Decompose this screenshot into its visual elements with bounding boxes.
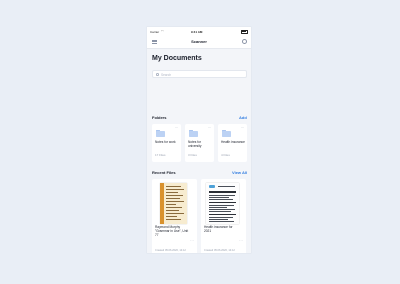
more-icon[interactable]: ··· <box>239 239 243 243</box>
folder-name: Notes for university <box>188 140 202 148</box>
more-icon[interactable]: ··· <box>175 126 178 130</box>
folder-card[interactable]: ··· Notes for university 3 Files <box>185 124 214 162</box>
recent-files-heading: Recent Files <box>152 170 176 175</box>
more-icon[interactable]: ··· <box>208 126 211 130</box>
carrier-label: Carrier <box>150 29 160 34</box>
file-date: Created 05.06.2020, 14:12 <box>155 249 186 252</box>
file-date: Created 05.06.2020, 14:12 <box>204 249 235 252</box>
folder-card[interactable]: ··· Health insurance 4 Files <box>218 124 247 162</box>
search-icon <box>156 73 159 76</box>
page-title: My Documents <box>152 55 202 62</box>
document-thumbnail <box>160 183 187 224</box>
file-name: Raymond Murphy "Grammar in Use", Unit 77 <box>155 225 189 237</box>
file-card[interactable]: Raymond Murphy "Grammar in Use", Unit 77… <box>152 179 197 253</box>
more-icon[interactable]: ··· <box>190 239 194 243</box>
profile-icon[interactable] <box>242 38 247 44</box>
folder-count: 3 Files <box>188 153 197 157</box>
top-navbar: Scanner <box>147 35 251 49</box>
search-input[interactable]: Search <box>152 70 247 78</box>
status-bar: Carrier ◠ 9:41 AM <box>147 27 251 35</box>
folder-name: Health insurance <box>221 140 245 144</box>
folders-heading: Folders <box>152 115 167 120</box>
more-icon[interactable]: ··· <box>241 126 244 130</box>
status-time: 9:41 AM <box>191 29 203 34</box>
battery-icon <box>241 29 248 34</box>
phone-screen: Carrier ◠ 9:41 AM Scanner My Documents S… <box>147 27 251 253</box>
folder-card[interactable]: ··· Notes for work 17 Files <box>152 124 181 162</box>
folder-count: 4 Files <box>221 153 230 157</box>
file-card[interactable]: Health insurance for 2021 ··· Created 05… <box>201 179 246 253</box>
add-folder-link[interactable]: Add <box>239 115 247 120</box>
view-all-link[interactable]: View All <box>232 170 247 175</box>
document-thumbnail <box>206 183 239 224</box>
search-placeholder: Search <box>161 72 172 77</box>
file-name: Health insurance for 2021 <box>204 225 233 233</box>
app-title: Scanner <box>191 39 207 44</box>
folder-count: 17 Files <box>155 153 166 157</box>
folder-icon <box>156 130 165 138</box>
folder-name: Notes for work <box>155 140 176 144</box>
folder-icon <box>222 130 231 138</box>
wifi-icon: ◠ <box>161 29 164 34</box>
folder-icon <box>189 130 198 138</box>
